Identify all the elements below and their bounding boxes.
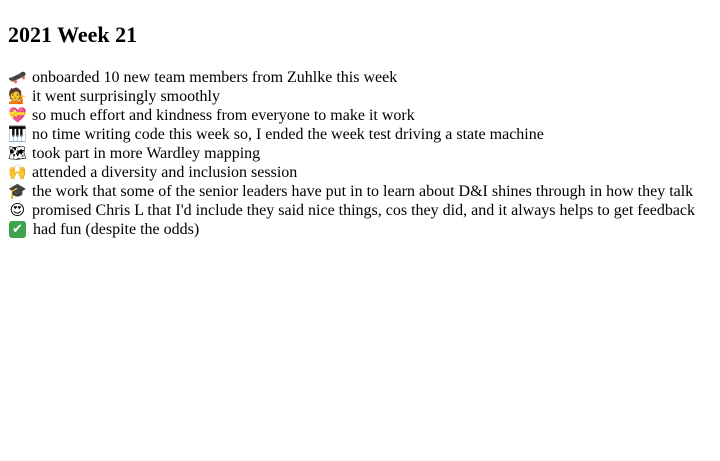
list-item-text: it went surprisingly smoothly	[32, 88, 220, 105]
list-item-text: no time writing code this week so, I end…	[32, 126, 544, 143]
list-item: 💁 it went surprisingly smoothly	[8, 87, 712, 106]
list-item: 💝 so much effort and kindness from every…	[8, 106, 712, 125]
heart-eyes-face-icon: 😍	[9, 201, 26, 219]
skateboard-icon: 🛹	[8, 68, 27, 86]
list-item: ✔ had fun (despite the odds)	[8, 220, 712, 239]
list-item-text: onboarded 10 new team members from Zuhlk…	[32, 69, 398, 86]
list-item: 🎓 the work that some of the senior leade…	[8, 182, 712, 201]
list-item: 🙌 attended a diversity and inclusion ses…	[8, 163, 712, 182]
page: 2021 Week 21 🛹 onboarded 10 new team mem…	[0, 0, 720, 239]
item-list: 🛹 onboarded 10 new team members from Zuh…	[8, 68, 712, 239]
list-item: 🗺 took part in more Wardley mapping	[8, 144, 712, 163]
graduation-cap-icon: 🎓	[8, 182, 27, 200]
raising-hands-icon: 🙌	[8, 163, 27, 181]
list-item-text: so much effort and kindness from everyon…	[32, 107, 415, 124]
list-item-text: attended a diversity and inclusion sessi…	[32, 164, 298, 181]
list-item-text: took part in more Wardley mapping	[32, 145, 261, 162]
list-item: 🎹 no time writing code this week so, I e…	[8, 125, 712, 144]
list-item-text: had fun (despite the odds)	[33, 221, 200, 238]
musical-keyboard-icon: 🎹	[8, 125, 27, 143]
person-tipping-hand-icon: 💁	[8, 87, 27, 105]
list-item-text: the work that some of the senior leaders…	[32, 183, 694, 200]
page-title: 2021 Week 21	[8, 22, 138, 47]
list-item: 🛹 onboarded 10 new team members from Zuh…	[8, 68, 712, 87]
check-mark-button-icon: ✔	[9, 221, 26, 238]
heart-with-ribbon-icon: 💝	[8, 106, 27, 124]
list-item: 😍 promised Chris L that I'd include they…	[8, 201, 712, 220]
list-item-text: promised Chris L that I'd include they s…	[32, 202, 696, 219]
world-map-icon: 🗺	[8, 144, 28, 162]
